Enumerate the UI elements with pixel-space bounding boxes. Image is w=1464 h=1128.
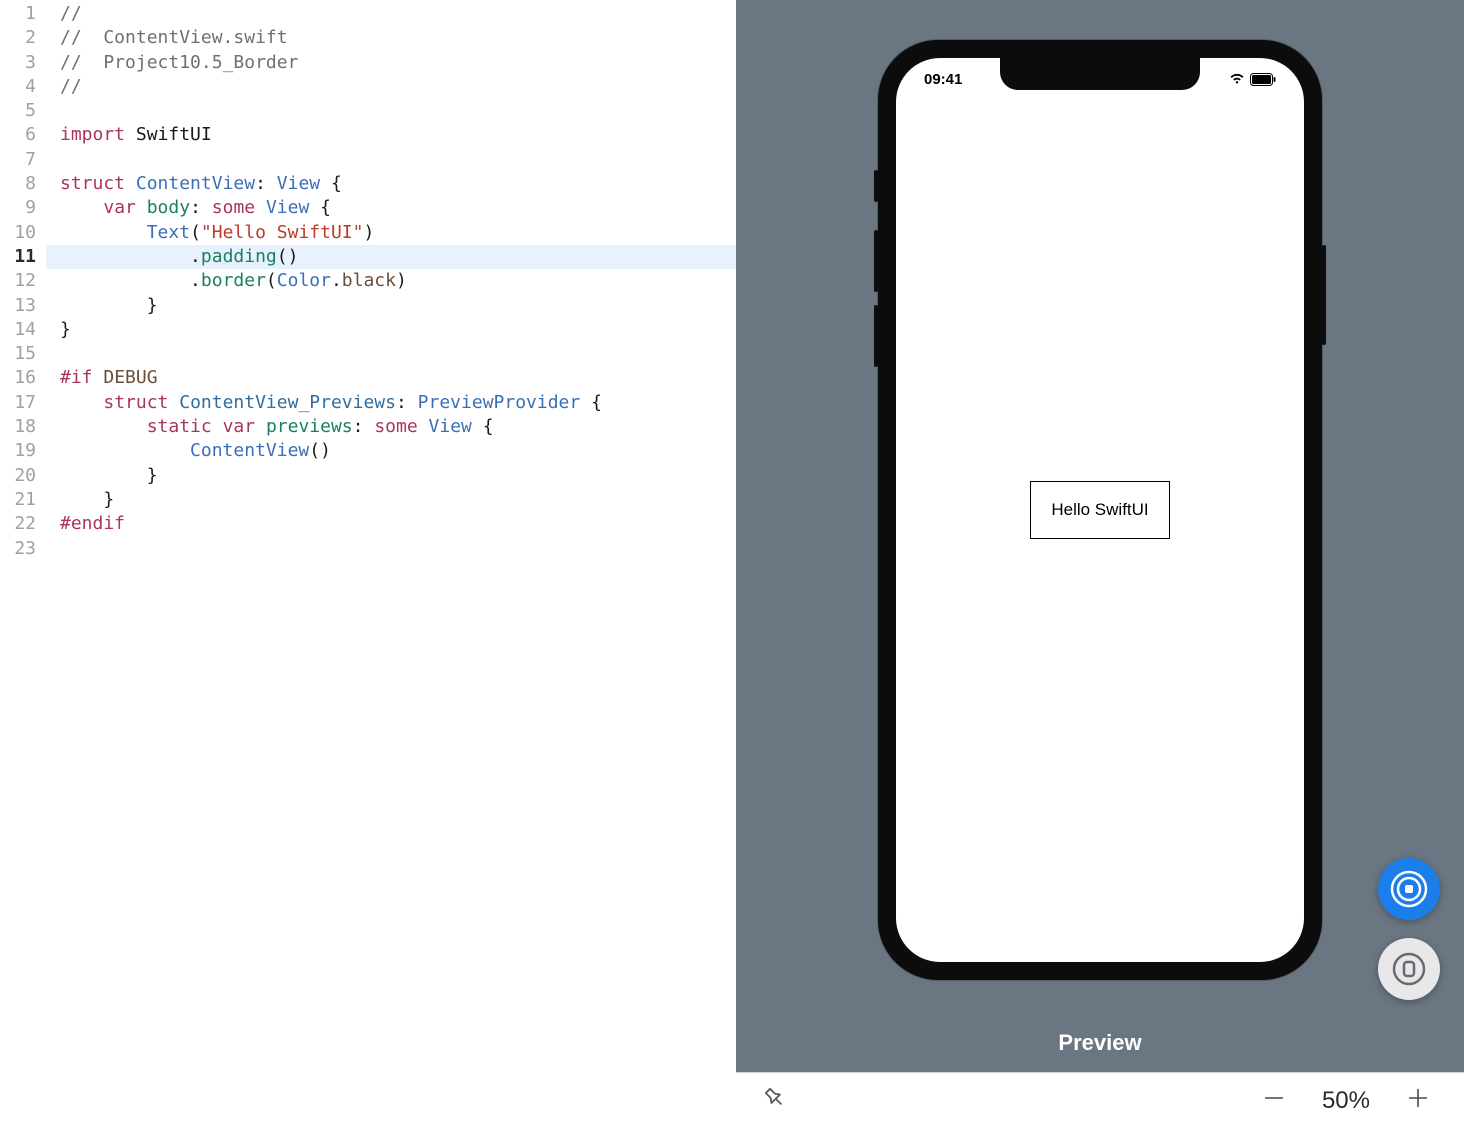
device-notch [1000, 58, 1200, 90]
device-side-button [874, 230, 878, 292]
line-number-gutter: 1234567891011121314151617181920212223 [0, 2, 46, 561]
live-preview-icon [1389, 869, 1429, 909]
code-line[interactable]: } [46, 318, 736, 342]
code-line[interactable]: // ContentView.swift [46, 26, 736, 50]
plus-icon [1406, 1086, 1430, 1110]
duplicate-preview-button[interactable] [1378, 938, 1440, 1000]
zoom-controls: 50% [1254, 1082, 1438, 1119]
duplicate-icon [1391, 951, 1427, 987]
code-line[interactable]: } [46, 294, 736, 318]
code-line[interactable]: } [46, 488, 736, 512]
zoom-level: 50% [1322, 1087, 1370, 1115]
device-frame: 09:41 Hello SwiftUI [878, 40, 1322, 980]
device-screen: 09:41 Hello SwiftUI [896, 58, 1304, 962]
pin-icon [762, 1085, 788, 1111]
code-line[interactable]: struct ContentView: View { [46, 172, 736, 196]
preview-toolbar: 50% [736, 1072, 1464, 1128]
pin-button[interactable] [762, 1085, 788, 1116]
code-line[interactable]: ContentView() [46, 439, 736, 463]
code-line[interactable]: #if DEBUG [46, 366, 736, 390]
code-line[interactable]: } [46, 464, 736, 488]
code-editor[interactable]: 1234567891011121314151617181920212223 //… [0, 0, 736, 1128]
device-side-button [874, 305, 878, 367]
preview-content: Hello SwiftUI [896, 58, 1304, 962]
code-line[interactable]: #endif [46, 512, 736, 536]
code-line[interactable]: static var previews: some View { [46, 415, 736, 439]
preview-pane: 09:41 Hello SwiftUI [736, 0, 1464, 1128]
code-line[interactable] [46, 99, 736, 123]
code-content[interactable]: //// ContentView.swift// Project10.5_Bor… [46, 2, 736, 561]
code-line[interactable]: // [46, 2, 736, 26]
zoom-in-button[interactable] [1398, 1082, 1438, 1119]
device-side-button [1322, 245, 1326, 345]
code-line[interactable]: // Project10.5_Border [46, 51, 736, 75]
code-line[interactable] [46, 148, 736, 172]
minus-icon [1262, 1086, 1286, 1110]
live-preview-button[interactable] [1378, 858, 1440, 920]
code-line[interactable] [46, 342, 736, 366]
preview-label: Preview [736, 1030, 1464, 1072]
code-line[interactable] [46, 537, 736, 561]
preview-canvas[interactable]: 09:41 Hello SwiftUI [736, 0, 1464, 1030]
code-line[interactable]: var body: some View { [46, 196, 736, 220]
hello-text-view: Hello SwiftUI [1030, 481, 1169, 539]
code-line[interactable]: // [46, 75, 736, 99]
code-line[interactable]: .border(Color.black) [46, 269, 736, 293]
code-line[interactable]: .padding() [46, 245, 736, 269]
code-line[interactable]: struct ContentView_Previews: PreviewProv… [46, 391, 736, 415]
code-line[interactable]: import SwiftUI [46, 123, 736, 147]
zoom-out-button[interactable] [1254, 1082, 1294, 1119]
code-line[interactable]: Text("Hello SwiftUI") [46, 221, 736, 245]
device-side-button [874, 170, 878, 202]
